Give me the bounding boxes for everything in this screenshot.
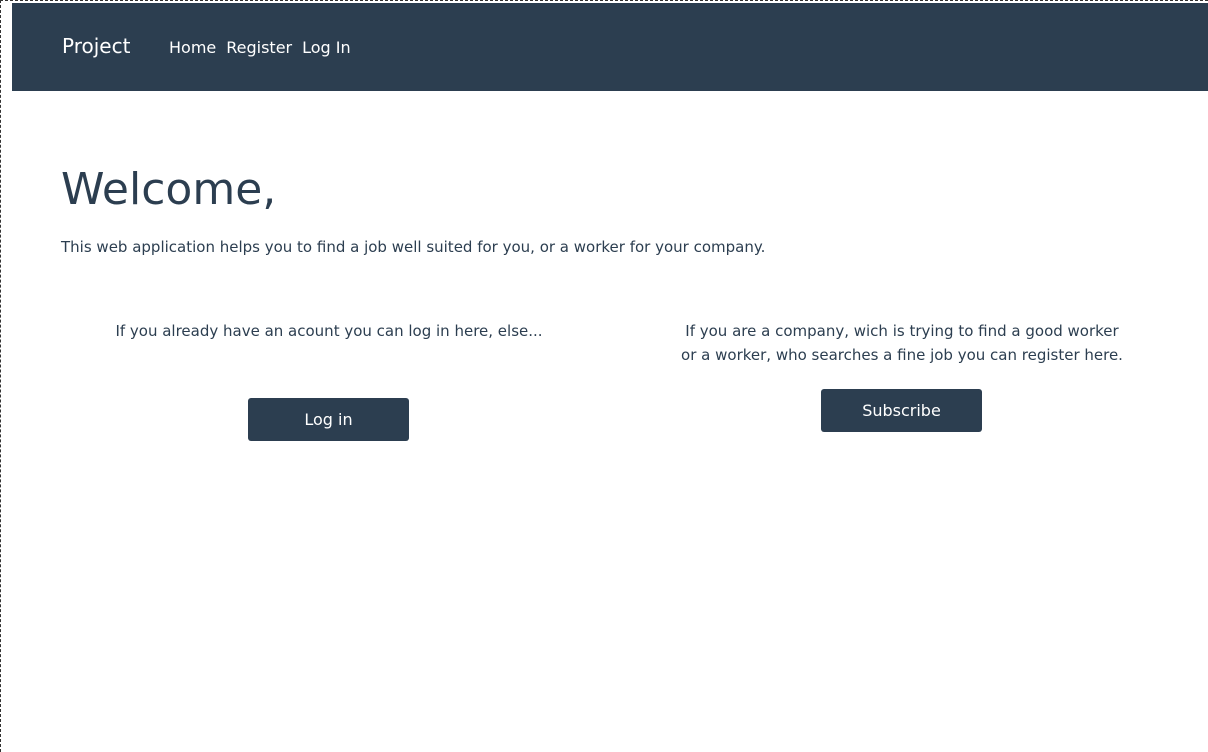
nav-links: Home Register Log In <box>169 38 351 57</box>
nav-link-home[interactable]: Home <box>169 38 216 57</box>
register-description-line1: If you are a company, wich is trying to … <box>685 322 1119 340</box>
nav-link-login[interactable]: Log In <box>302 38 351 57</box>
nav-link-register[interactable]: Register <box>226 38 292 57</box>
login-description-text: If you already have an acount you can lo… <box>115 322 543 340</box>
intro-paragraph: This web application helps you to find a… <box>61 238 766 256</box>
login-description: If you already have an acount you can lo… <box>44 319 614 343</box>
register-description: If you are a company, wich is trying to … <box>617 319 1187 367</box>
brand-link[interactable]: Project <box>62 34 130 58</box>
welcome-heading: Welcome, <box>61 164 277 215</box>
subscribe-button[interactable]: Subscribe <box>821 389 982 432</box>
login-button[interactable]: Log in <box>248 398 409 441</box>
top-navbar: Project Home Register Log In <box>12 3 1208 91</box>
page-frame <box>0 0 1208 752</box>
register-description-line2: or a worker, who searches a fine job you… <box>681 346 1123 364</box>
